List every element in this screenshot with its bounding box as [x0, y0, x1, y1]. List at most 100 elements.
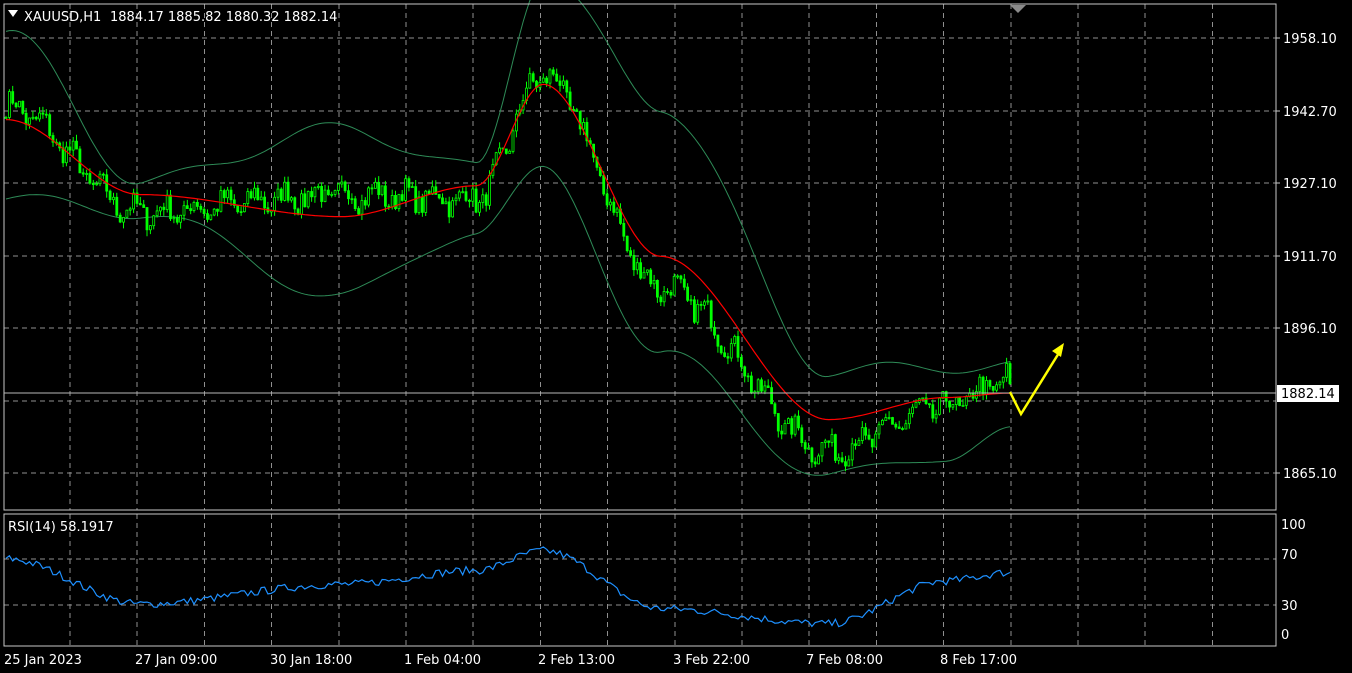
time-label: 25 Jan 2023: [4, 653, 82, 668]
candle-body: [733, 336, 737, 344]
candle-body: [713, 326, 716, 336]
candle-body: [844, 461, 847, 467]
candle-body: [820, 442, 824, 457]
price-tick: 1927.10: [1283, 177, 1337, 192]
candle-body: [612, 201, 616, 213]
trading-chart[interactable]: XAUUSD,H1 1884.17 1885.82 1880.32 1882.1…: [0, 0, 1352, 673]
symbol-label: XAUUSD,H1: [24, 10, 101, 25]
candle-body: [467, 199, 471, 202]
candle-body: [615, 208, 619, 213]
candle-body: [434, 186, 438, 195]
candle-body: [609, 201, 612, 206]
candle-body: [108, 190, 112, 201]
time-label: 2 Feb 13:00: [538, 653, 615, 668]
candle-body: [259, 196, 263, 201]
candle-body: [263, 196, 267, 209]
candle-body: [326, 189, 330, 196]
rsi-tick: 70: [1281, 548, 1298, 563]
candle-body: [95, 183, 99, 186]
candle-body: [24, 112, 28, 125]
candle-body: [195, 201, 199, 207]
candle-body: [605, 193, 609, 206]
candle-body: [417, 196, 421, 213]
candle-body: [928, 403, 931, 406]
candle-body: [323, 189, 327, 203]
candle-body: [981, 376, 985, 395]
candle-body: [938, 397, 941, 415]
candle-body: [404, 178, 408, 201]
candle-body: [723, 352, 726, 357]
candle-body: [451, 200, 455, 218]
candle-body: [881, 419, 884, 426]
candle-body: [273, 196, 277, 211]
candle-body: [629, 250, 632, 256]
candle-body: [931, 404, 935, 419]
candle-body: [14, 102, 18, 108]
candle-body: [310, 191, 314, 198]
candle-body: [904, 423, 908, 430]
candle-body: [390, 194, 394, 208]
candle-body: [740, 356, 743, 368]
candle-body: [575, 109, 579, 112]
candle-body: [656, 279, 659, 298]
candle-body: [703, 301, 706, 306]
candle-body: [1008, 363, 1012, 385]
candle-body: [807, 447, 810, 450]
candle-body: [212, 208, 216, 216]
candle-body: [229, 189, 233, 201]
candle-body: [646, 269, 649, 273]
candle-body: [854, 443, 857, 446]
candle-body: [320, 185, 324, 202]
candle-body: [88, 173, 92, 184]
candle-body: [750, 375, 753, 394]
rsi-tick: 100: [1281, 518, 1306, 533]
candle-body: [995, 384, 998, 391]
candle-body: [226, 189, 230, 199]
candle-body: [877, 424, 881, 435]
candle-body: [565, 80, 569, 93]
candle-body: [353, 198, 357, 210]
candle-body: [672, 275, 676, 296]
candle-body: [424, 190, 428, 213]
candle-body: [558, 80, 562, 86]
candle-body: [209, 214, 213, 220]
candle-body: [773, 403, 777, 414]
candle-body: [65, 146, 68, 164]
candle-body: [340, 181, 344, 185]
candle-body: [562, 80, 565, 86]
candle-body: [793, 415, 797, 435]
candle-body: [185, 205, 189, 209]
candle-body: [236, 204, 240, 213]
candle-body: [286, 181, 290, 201]
candle-body: [545, 77, 548, 84]
candle-body: [827, 440, 831, 443]
candle-body: [169, 194, 172, 220]
candle-body: [347, 190, 350, 200]
candle-body: [531, 73, 535, 82]
candle-body: [548, 69, 552, 84]
candle-body: [370, 187, 374, 190]
price-tick: 1958.10: [1283, 32, 1337, 47]
candle-body: [706, 300, 710, 303]
candle-body: [901, 428, 904, 430]
candle-body: [716, 334, 720, 347]
candle-body: [622, 222, 626, 237]
candle-body: [31, 116, 35, 119]
candle-body: [383, 185, 387, 207]
candle-body: [122, 216, 125, 223]
candle-body: [790, 418, 794, 435]
candle-body: [736, 336, 740, 358]
candle-body: [279, 188, 283, 201]
candle-body: [464, 191, 468, 201]
candle-body: [192, 201, 196, 211]
candle-body: [726, 356, 730, 359]
candle-body: [182, 205, 186, 216]
candle-body: [756, 379, 760, 393]
candle-body: [797, 415, 800, 429]
candle-body: [189, 208, 193, 211]
candle-body: [719, 345, 723, 354]
candle-body: [387, 205, 391, 208]
candle-body: [870, 438, 874, 448]
candle-body: [75, 140, 78, 150]
candle-body: [397, 194, 401, 210]
